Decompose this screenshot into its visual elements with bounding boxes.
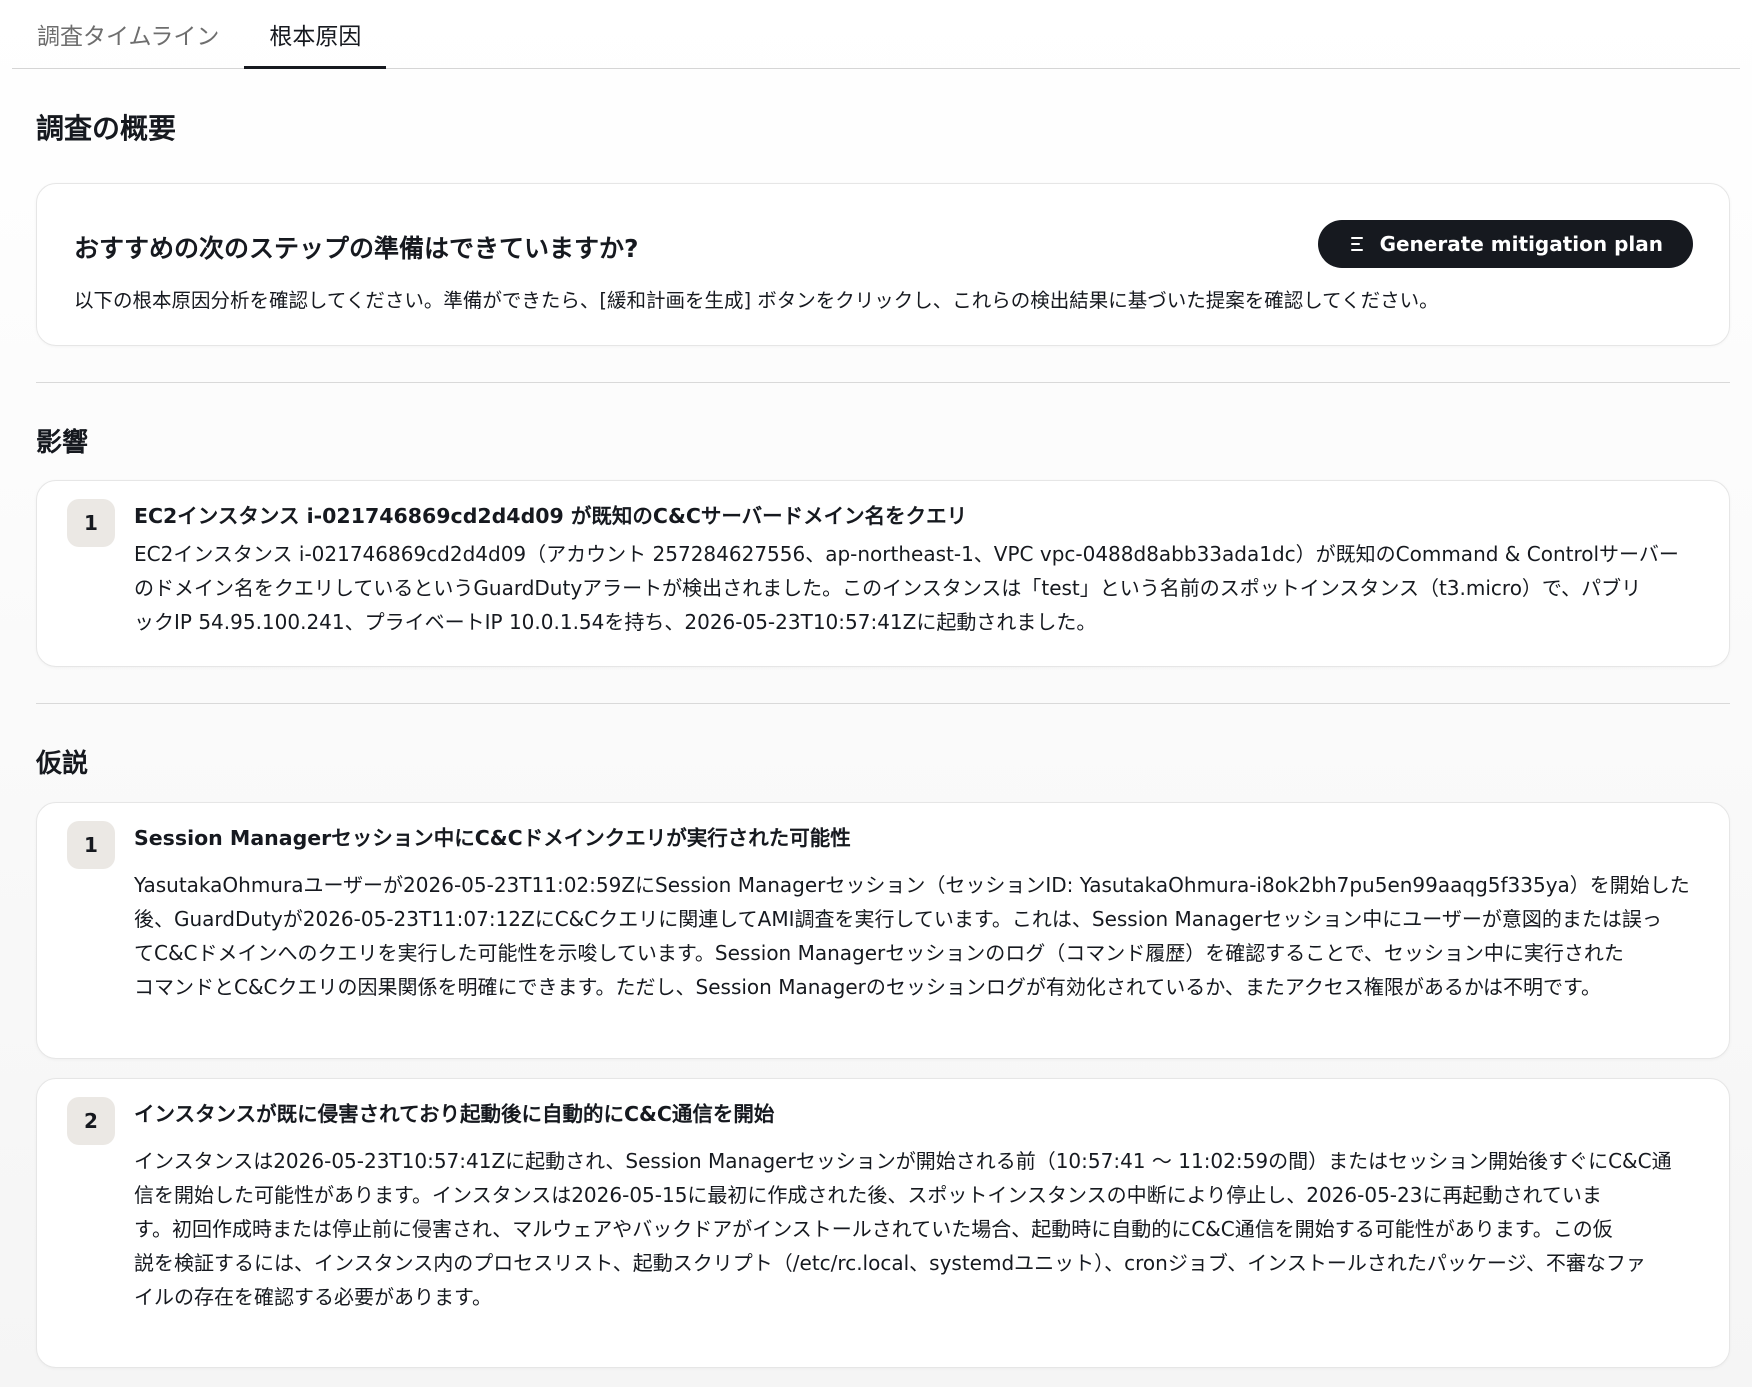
tab-investigation-timeline[interactable]: 調査タイムライン <box>12 0 244 68</box>
tab-bar: 調査タイムライン 根本原因 <box>12 0 1740 69</box>
hypothesis-body-line: す。初回作成時または停止前に侵害され、マルウェアやバックドアがインストールされて… <box>134 1217 1613 1241</box>
hypothesis-body-line: 信を開始した可能性があります。インスタンスは2026-05-15に最初に作成され… <box>134 1183 1602 1207</box>
impact-body-line: ックIP 54.95.100.241、プライベートIP 10.0.1.54を持ち… <box>134 610 1097 634</box>
impact-title: EC2インスタンス i-021746869cd2d4d09 が既知のC&Cサーバ… <box>134 504 968 528</box>
hypothesis-title: Session Managerセッション中にC&Cドメインクエリが実行された可能… <box>134 826 851 850</box>
list-icon <box>1350 237 1363 251</box>
impact-number-badge: 1 <box>67 499 115 547</box>
tab-root-cause[interactable]: 根本原因 <box>244 0 387 69</box>
hypothesis-body-line: コマンドとC&Cクエリの因果関係を明確にできます。ただし、Session Man… <box>134 975 1602 999</box>
hypothesis-title: インスタンスが既に侵害されており起動後に自動的にC&C通信を開始 <box>134 1102 775 1126</box>
impact-body-line: EC2インスタンス i-021746869cd2d4d09（アカウント 2572… <box>134 542 1679 566</box>
hypothesis-number-badge: 1 <box>67 821 115 869</box>
overview-heading: おすすめの次のステップの準備はできていますか? <box>74 234 639 263</box>
hypotheses-section-title: 仮説 <box>36 749 89 779</box>
overview-section-title: 調査の概要 <box>36 112 177 145</box>
overview-card: おすすめの次のステップの準備はできていますか? 以下の根本原因分析を確認してくだ… <box>36 183 1730 346</box>
hypothesis-card-2: 2 インスタンスが既に侵害されており起動後に自動的にC&C通信を開始 インスタン… <box>36 1078 1730 1368</box>
hypothesis-body-line: 後、GuardDutyが2026-05-23T11:07:12ZにC&Cクエリに… <box>134 907 1662 931</box>
hypothesis-number-badge: 2 <box>67 1097 115 1145</box>
hypothesis-body-line: イルの存在を確認する必要があります。 <box>134 1285 492 1309</box>
divider <box>36 703 1730 704</box>
divider <box>36 382 1730 383</box>
hypothesis-body-line: YasutakaOhmuraユーザーが2026-05-23T11:02:59Zに… <box>134 873 1690 897</box>
hypothesis-body-line: てC&Cドメインへのクエリを実行した可能性を示唆しています。Session Ma… <box>134 941 1624 965</box>
hypothesis-body: YasutakaOhmuraユーザーが2026-05-23T11:02:59Zに… <box>134 868 1704 1004</box>
impact-body-line: のドメイン名をクエリしているというGuardDutyアラートが検出されました。こ… <box>134 576 1642 600</box>
impact-card: 1 EC2インスタンス i-021746869cd2d4d09 が既知のC&Cサ… <box>36 480 1730 667</box>
impact-section-title: 影響 <box>36 428 89 458</box>
generate-mitigation-plan-label: Generate mitigation plan <box>1379 232 1663 256</box>
impact-body: EC2インスタンス i-021746869cd2d4d09（アカウント 2572… <box>134 537 1704 639</box>
hypothesis-body-line: インスタンスは2026-05-23T10:57:41Zに起動され、Session… <box>134 1149 1672 1173</box>
generate-mitigation-plan-button[interactable]: Generate mitigation plan <box>1317 220 1693 268</box>
overview-description: 以下の根本原因分析を確認してください。準備ができたら、[緩和計画を生成] ボタン… <box>74 289 1439 312</box>
root-cause-page: 調査タイムライン 根本原因 調査の概要 おすすめの次のステップの準備はできていま… <box>0 0 1752 1387</box>
hypothesis-card-1: 1 Session Managerセッション中にC&Cドメインクエリが実行された… <box>36 802 1730 1059</box>
hypothesis-body: インスタンスは2026-05-23T10:57:41Zに起動され、Session… <box>134 1144 1704 1314</box>
hypothesis-body-line: 説を検証するには、インスタンス内のプロセスリスト、起動スクリプト（/etc/rc… <box>134 1251 1646 1275</box>
